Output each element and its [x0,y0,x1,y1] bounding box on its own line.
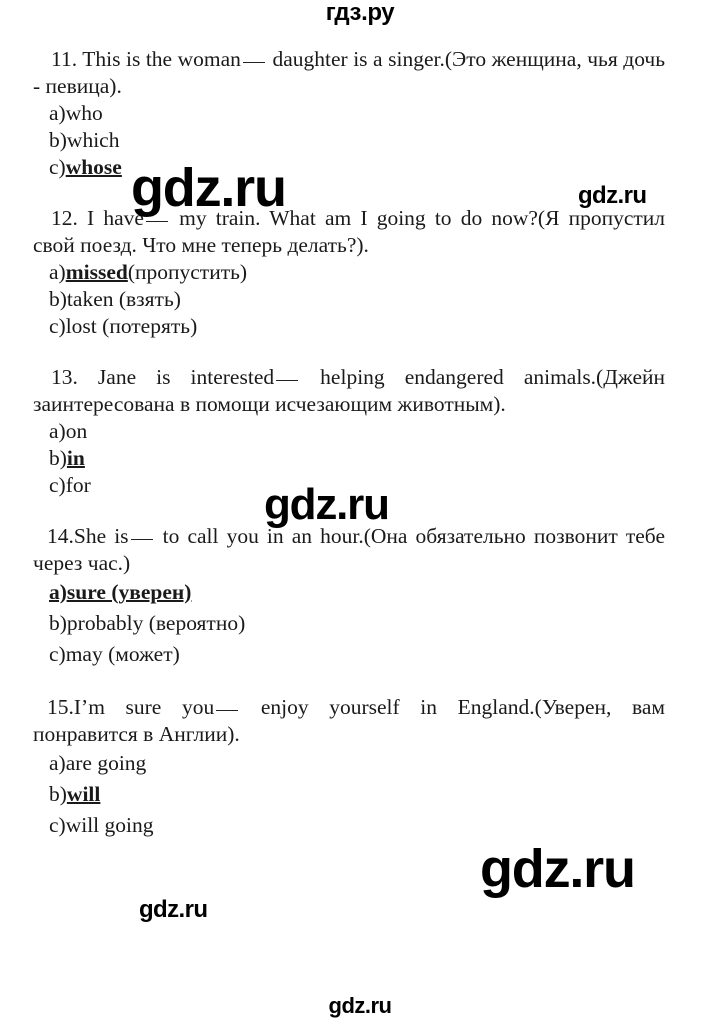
question-block: 14.She is to call you in an hour.(Она об… [33,523,665,670]
question-prompt-before: This is the woman [82,47,241,71]
answer-blank [216,710,239,711]
question-prompt-before: Jane is interested [97,365,275,389]
question-text: 13. Jane is interested helping endangere… [33,364,665,418]
option-label: a) [49,260,66,284]
option-item-correct[interactable]: a)missed(пропустить) [49,259,665,286]
option-item-correct[interactable]: c)whose [49,154,665,181]
option-item[interactable]: b)taken (взять) [49,286,665,313]
option-text: lost [65,314,97,338]
option-label: b) [49,287,67,311]
option-text: taken [66,287,114,311]
option-label: a) [49,580,67,604]
option-text: who [65,101,103,125]
question-text: 12. I have my train. What am I going to … [33,205,665,259]
option-label: b) [49,782,67,806]
option-label: c) [49,473,66,497]
option-item[interactable]: b)which [49,127,665,154]
question-block: 15.I’m sure you enjoy yourself in Englan… [33,694,665,841]
option-list: a)are going b)will c)will going [33,748,665,841]
question-prompt-before: She is [73,524,129,548]
question-number: 13. [51,365,78,389]
option-label: b) [49,611,67,635]
question-number: 14. [47,524,74,548]
question-block: 13. Jane is interested helping endangere… [33,364,665,499]
option-item[interactable]: a)on [49,418,665,445]
option-text: will going [65,813,154,837]
question-block: 11. This is the woman daughter is a sing… [33,46,665,181]
question-text: 14.She is to call you in an hour.(Она об… [33,523,665,577]
option-item[interactable]: c)may (может) [49,639,665,670]
option-text: which [66,128,120,152]
question-prompt-before: I’m sure you [73,695,215,719]
option-list: a)who b)which c)whose [33,100,665,181]
option-label: c) [49,813,66,837]
option-item-correct[interactable]: a)sure (уверен) [49,577,665,608]
option-translation: (пропустить) [127,260,248,284]
option-label: b) [49,446,67,470]
option-list: a)sure (уверен) b)probably (вероятно) c)… [33,577,665,670]
option-item[interactable]: b)probably (вероятно) [49,608,665,639]
answer-blank [276,380,299,381]
answer-blank [242,62,265,63]
option-item[interactable]: a)are going [49,748,665,779]
option-text: may (может) [65,642,180,666]
answer-blank [145,221,168,222]
question-number: 11. [51,47,78,71]
exercise-page: 11. This is the woman daughter is a sing… [33,46,665,865]
option-text: for [65,473,91,497]
option-text: sure (уверен) [66,580,192,604]
option-list: a)missed(пропустить) b)taken (взять) c)l… [33,259,665,340]
option-translation: (потерять) [96,314,198,338]
question-number: 12. [51,206,78,230]
option-label: a) [49,751,66,775]
option-text: whose [65,155,122,179]
option-label: c) [49,642,66,666]
option-list: a)on b)in c)for [33,418,665,499]
question-text: 11. This is the woman daughter is a sing… [33,46,665,100]
option-label: a) [49,101,66,125]
option-text: on [65,419,88,443]
question-number: 15. [47,695,74,719]
option-item[interactable]: c)will going [49,810,665,841]
option-label: c) [49,314,66,338]
option-label: b) [49,128,67,152]
option-translation: (взять) [113,287,181,311]
question-block: 12. I have my train. What am I going to … [33,205,665,340]
option-label: a) [49,419,66,443]
option-text: in [66,446,85,470]
option-label: c) [49,155,66,179]
option-text: will [66,782,101,806]
option-item-correct[interactable]: b)in [49,445,665,472]
option-item[interactable]: a)who [49,100,665,127]
option-item-correct[interactable]: b)will [49,779,665,810]
site-logo: гдз.ру [325,0,395,26]
answer-blank [130,539,153,540]
question-text: 15.I’m sure you enjoy yourself in Englan… [33,694,665,748]
option-text: missed [65,260,128,284]
watermark-gdz-footer: gdz.ru [328,993,393,1018]
question-prompt-before: I have [87,206,144,230]
option-text: are going [65,751,147,775]
option-item[interactable]: c)lost (потерять) [49,313,665,340]
watermark-gdz: gdz.ru [139,896,208,923]
option-text: probably (вероятно) [66,611,246,635]
option-item[interactable]: c)for [49,472,665,499]
